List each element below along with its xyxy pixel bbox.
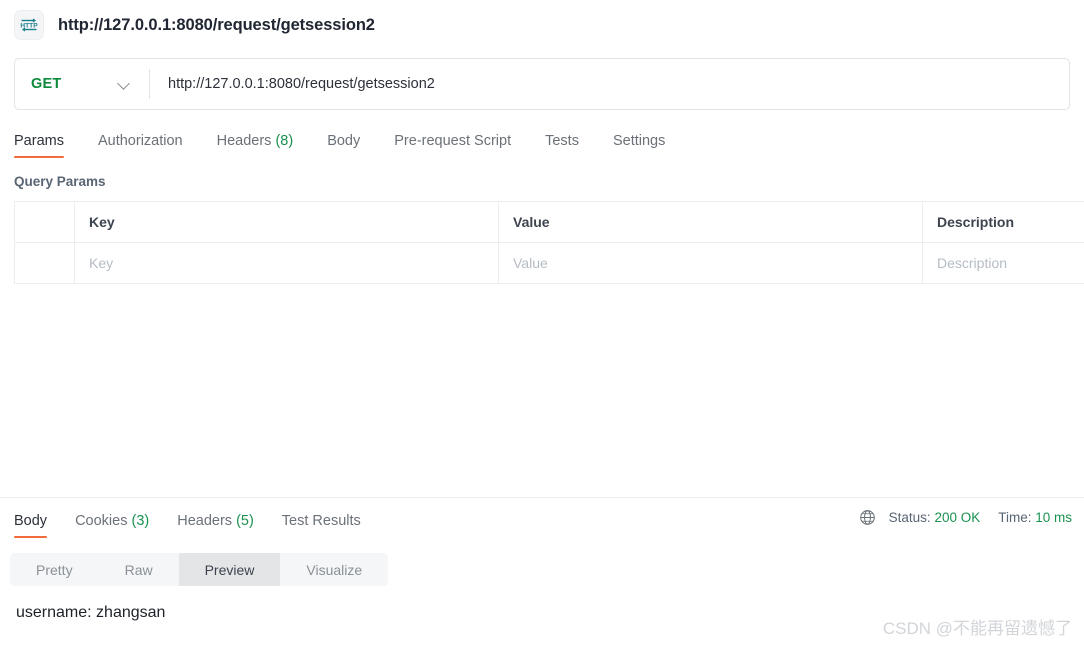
response-tab-headers-count: (5) (236, 513, 254, 529)
svg-text:HTTP: HTTP (20, 22, 38, 29)
tab-tests-label: Tests (545, 133, 579, 149)
tab-headers[interactable]: Headers (8) (217, 133, 294, 158)
query-params-header-row: Key Value Description (14, 201, 1084, 243)
view-mode-raw-label: Raw (124, 561, 153, 578)
response-time-value: 10 ms (1035, 510, 1072, 525)
tab-settings-label: Settings (612, 133, 666, 149)
tab-body-label: Body (327, 133, 361, 149)
view-mode-preview[interactable]: Preview (178, 553, 281, 586)
column-header-value: Value (498, 201, 923, 243)
tab-authorization-label: Authorization (97, 133, 183, 149)
column-header-description: Description (922, 201, 1084, 243)
window-titlebar: HTTP http://127.0.0.1:8080/request/getse… (0, 0, 1084, 50)
query-params-title: Query Params (14, 174, 106, 189)
tab-body[interactable]: Body (327, 133, 360, 158)
tab-headers-count: (8) (275, 133, 294, 149)
column-header-key: Key (74, 201, 499, 243)
response-time-label: Time: (998, 510, 1032, 525)
tab-pre-request-script[interactable]: Pre-request Script (394, 133, 511, 158)
response-time: Time: 10 ms (998, 510, 1072, 525)
query-params-table: Key Value Description Key Value Descript… (14, 201, 1084, 284)
tab-params[interactable]: Params (14, 133, 64, 158)
response-body-content: username: zhangsan (16, 604, 166, 621)
response-tab-headers[interactable]: Headers (5) (177, 513, 254, 538)
response-view-mode-toggle: Pretty Raw Preview Visualize (10, 553, 389, 586)
response-tab-test-results[interactable]: Test Results (282, 513, 361, 538)
tab-pre-request-script-label: Pre-request Script (394, 133, 512, 149)
view-mode-visualize-label: Visualize (306, 561, 363, 578)
row-description-input[interactable]: Description (922, 242, 1084, 284)
response-meta: Status: 200 OK Time: 10 ms (859, 509, 1072, 526)
row-value-input[interactable]: Value (498, 242, 923, 284)
response-tab-cookies[interactable]: Cookies (3) (75, 513, 149, 538)
response-tab-test-results-label: Test Results (281, 513, 361, 529)
tab-tests[interactable]: Tests (545, 133, 579, 158)
row-key-input[interactable]: Key (74, 242, 499, 284)
response-tab-body-label: Body (14, 513, 48, 529)
row-select-checkbox-cell[interactable] (14, 242, 75, 284)
view-mode-pretty[interactable]: Pretty (10, 553, 99, 586)
table-row: Key Value Description (14, 242, 1084, 284)
tab-headers-label: Headers (216, 133, 272, 149)
request-url-bar: GET (14, 58, 1070, 110)
http-method-selector[interactable]: GET (15, 59, 149, 109)
response-status-label: Status: (888, 510, 931, 525)
view-mode-visualize[interactable]: Visualize (280, 553, 388, 586)
view-mode-raw[interactable]: Raw (99, 553, 179, 586)
request-url-input[interactable] (150, 59, 1069, 109)
chevron-down-icon (118, 78, 131, 91)
response-status: Status: 200 OK (889, 510, 981, 525)
tab-params-label: Params (14, 133, 64, 149)
globe-icon (859, 510, 875, 525)
response-status-value: 200 OK (934, 510, 981, 525)
response-tab-cookies-count: (3) (131, 513, 150, 529)
column-header-select (14, 201, 75, 243)
response-section-divider (0, 497, 1084, 498)
view-mode-pretty-label: Pretty (36, 561, 73, 578)
window-title: http://127.0.0.1:8080/request/getsession… (58, 15, 375, 34)
csdn-watermark: CSDN @不能再留遗憾了 (882, 619, 1072, 638)
tab-authorization[interactable]: Authorization (98, 133, 183, 158)
response-tab-cookies-label: Cookies (75, 513, 128, 529)
request-tab-bar: Params Authorization Headers (8) Body Pr… (0, 124, 1084, 158)
view-mode-preview-label: Preview (204, 561, 255, 578)
tab-settings[interactable]: Settings (613, 133, 665, 158)
http-protocol-icon: HTTP (14, 10, 44, 40)
postman-request-window: HTTP http://127.0.0.1:8080/request/getse… (0, 0, 1084, 647)
http-method-label: GET (31, 76, 62, 92)
response-tab-body[interactable]: Body (14, 513, 48, 538)
response-tab-headers-label: Headers (177, 513, 233, 529)
